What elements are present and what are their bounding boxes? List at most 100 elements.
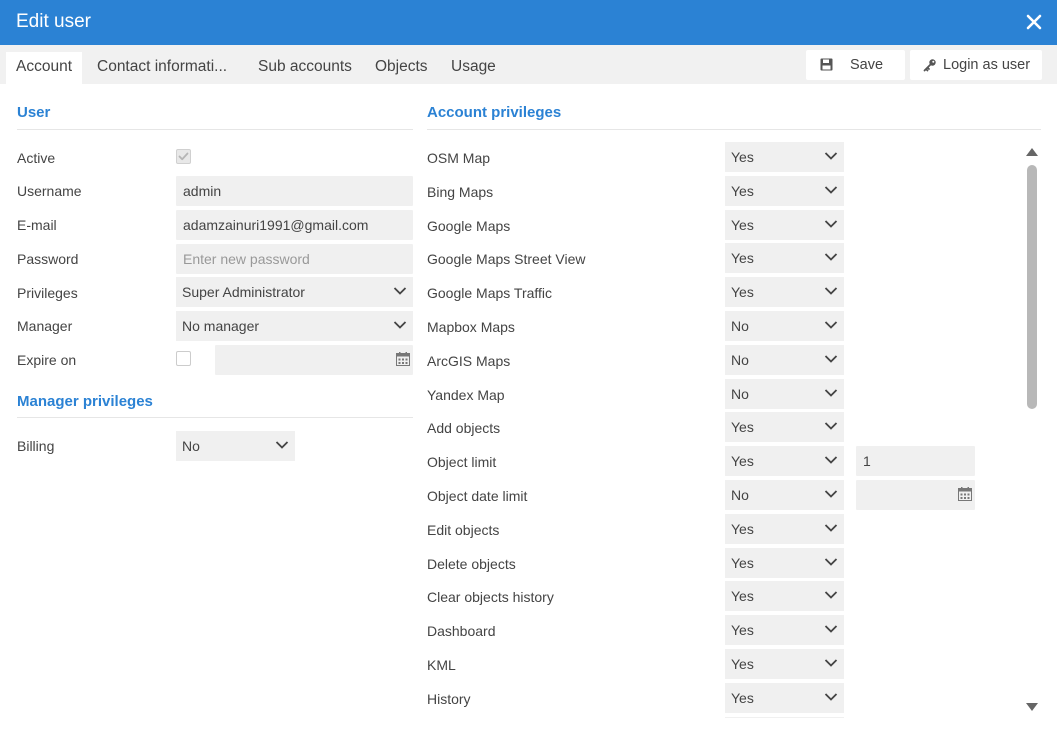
scrollbar-thumb[interactable] — [1027, 165, 1037, 409]
privilege-label-google-maps-street-view: Google Maps Street View — [427, 251, 586, 267]
tab-bar: Account Contact informati... Sub account… — [0, 45, 1057, 84]
privileges-label: Privileges — [17, 285, 78, 301]
privilege-select-value: Yes — [731, 622, 754, 638]
privilege-select-google-maps[interactable]: Yes — [725, 210, 844, 240]
password-input[interactable]: Enter new password — [176, 244, 413, 274]
privilege-select-value: No — [731, 386, 749, 402]
chevron-down-icon — [824, 422, 838, 430]
close-icon[interactable] — [1024, 12, 1044, 32]
privilege-select-partial[interactable] — [725, 717, 844, 718]
privilege-label-dashboard: Dashboard — [427, 623, 496, 639]
privilege-select-value: No — [731, 318, 749, 334]
manager-privileges-divider — [17, 417, 413, 418]
privilege-label-osm-map: OSM Map — [427, 150, 491, 166]
privilege-select-edit-objects[interactable]: Yes — [725, 514, 844, 544]
object-limit-input[interactable]: 1 — [856, 446, 975, 476]
privilege-select-value: Yes — [731, 284, 754, 300]
expire-on-checkbox[interactable] — [176, 351, 191, 366]
tab-objects[interactable]: Objects — [365, 52, 438, 84]
tab-account[interactable]: Account — [6, 52, 83, 84]
privilege-label-delete-objects: Delete objects — [427, 556, 516, 572]
privilege-select-value: Yes — [731, 521, 754, 537]
privilege-label-clear-objects-history: Clear objects history — [427, 589, 554, 605]
privilege-label-google-maps-traffic: Google Maps Traffic — [427, 285, 553, 301]
chevron-down-icon — [824, 220, 838, 228]
expire-on-label: Expire on — [17, 352, 77, 368]
email-label: E-mail — [17, 217, 57, 233]
privileges-select[interactable]: Super Administrator — [176, 277, 413, 307]
privilege-select-yandex-map[interactable]: No — [725, 379, 844, 409]
login-as-user-button[interactable]: Login as user — [910, 50, 1042, 80]
privilege-select-osm-map[interactable]: Yes — [725, 142, 844, 172]
calendar-icon[interactable] — [396, 352, 410, 366]
privilege-select-value: Yes — [731, 656, 754, 672]
active-checkbox[interactable] — [176, 149, 191, 164]
account-privileges-section-title: Account privileges — [427, 104, 562, 121]
privilege-select-arcgis-maps[interactable]: No — [725, 345, 844, 375]
chevron-down-icon — [824, 152, 838, 160]
privilege-select-value: Yes — [731, 183, 754, 199]
privilege-select-value: No — [731, 352, 749, 368]
active-label: Active — [17, 150, 56, 166]
user-section-divider — [17, 129, 413, 130]
object-date-limit-input[interactable] — [856, 480, 975, 510]
chevron-down-icon — [393, 287, 407, 295]
chevron-down-icon — [275, 441, 289, 449]
manager-select[interactable]: No manager — [176, 311, 413, 341]
billing-select-value: No — [182, 438, 200, 454]
save-button-label: Save — [850, 57, 884, 73]
privilege-select-bing-maps[interactable]: Yes — [725, 176, 844, 206]
privilege-select-object-date-limit[interactable]: No — [725, 480, 844, 510]
privilege-select-add-objects[interactable]: Yes — [725, 412, 844, 442]
privilege-select-value: Yes — [731, 690, 754, 706]
manager-privileges-section-title: Manager privileges — [17, 393, 153, 410]
key-icon — [923, 59, 936, 72]
chevron-down-icon — [824, 591, 838, 599]
chevron-down-icon — [824, 321, 838, 329]
save-button[interactable]: Save — [806, 50, 905, 80]
privilege-select-value: Yes — [731, 149, 754, 165]
calendar-icon[interactable] — [958, 487, 972, 501]
privilege-select-value: Yes — [731, 217, 754, 233]
privileges-select-value: Super Administrator — [182, 284, 305, 300]
privilege-label-add-objects: Add objects — [427, 420, 501, 436]
privilege-label-object-date-limit: Object date limit — [427, 488, 528, 504]
username-input[interactable]: admin — [176, 176, 413, 206]
chevron-down-icon — [824, 186, 838, 194]
privilege-select-value: Yes — [731, 453, 754, 469]
scroll-up-arrow[interactable] — [1026, 148, 1038, 156]
chevron-down-icon — [824, 558, 838, 566]
billing-select[interactable]: No — [176, 431, 295, 461]
privilege-select-object-limit[interactable]: Yes — [725, 446, 844, 476]
email-input[interactable]: adamzainuri1991@gmail.com — [176, 210, 413, 240]
privilege-label-google-maps: Google Maps — [427, 218, 511, 234]
tab-usage[interactable]: Usage — [441, 52, 506, 84]
window-title: Edit user — [16, 11, 91, 32]
privilege-label-kml: KML — [427, 657, 456, 673]
privilege-select-kml[interactable]: Yes — [725, 649, 844, 679]
login-as-user-label: Login as user — [943, 57, 1031, 73]
privilege-select-delete-objects[interactable]: Yes — [725, 548, 844, 578]
privilege-select-value: Yes — [731, 588, 754, 604]
tab-contact-information[interactable]: Contact informati... — [87, 52, 237, 84]
chevron-down-icon — [393, 321, 407, 329]
privilege-select-clear-objects-history[interactable]: Yes — [725, 581, 844, 611]
privilege-select-value: Yes — [731, 419, 754, 435]
tab-sub-accounts[interactable]: Sub accounts — [248, 52, 362, 84]
chevron-down-icon — [824, 659, 838, 667]
privilege-select-mapbox-maps[interactable]: No — [725, 311, 844, 341]
expire-on-date-input[interactable] — [215, 345, 413, 375]
chevron-down-icon — [824, 253, 838, 261]
privilege-label-history: History — [427, 691, 471, 707]
privilege-select-google-maps-street-view[interactable]: Yes — [725, 243, 844, 273]
billing-label: Billing — [17, 438, 55, 454]
privilege-select-google-maps-traffic[interactable]: Yes — [725, 277, 844, 307]
scroll-down-arrow[interactable] — [1026, 703, 1038, 711]
checkmark-icon — [178, 152, 189, 161]
privilege-label-object-limit: Object limit — [427, 454, 497, 470]
privilege-label-edit-objects: Edit objects — [427, 522, 500, 538]
chevron-down-icon — [824, 693, 838, 701]
privilege-select-value: Yes — [731, 555, 754, 571]
privilege-select-dashboard[interactable]: Yes — [725, 615, 844, 645]
privilege-select-history[interactable]: Yes — [725, 683, 844, 713]
